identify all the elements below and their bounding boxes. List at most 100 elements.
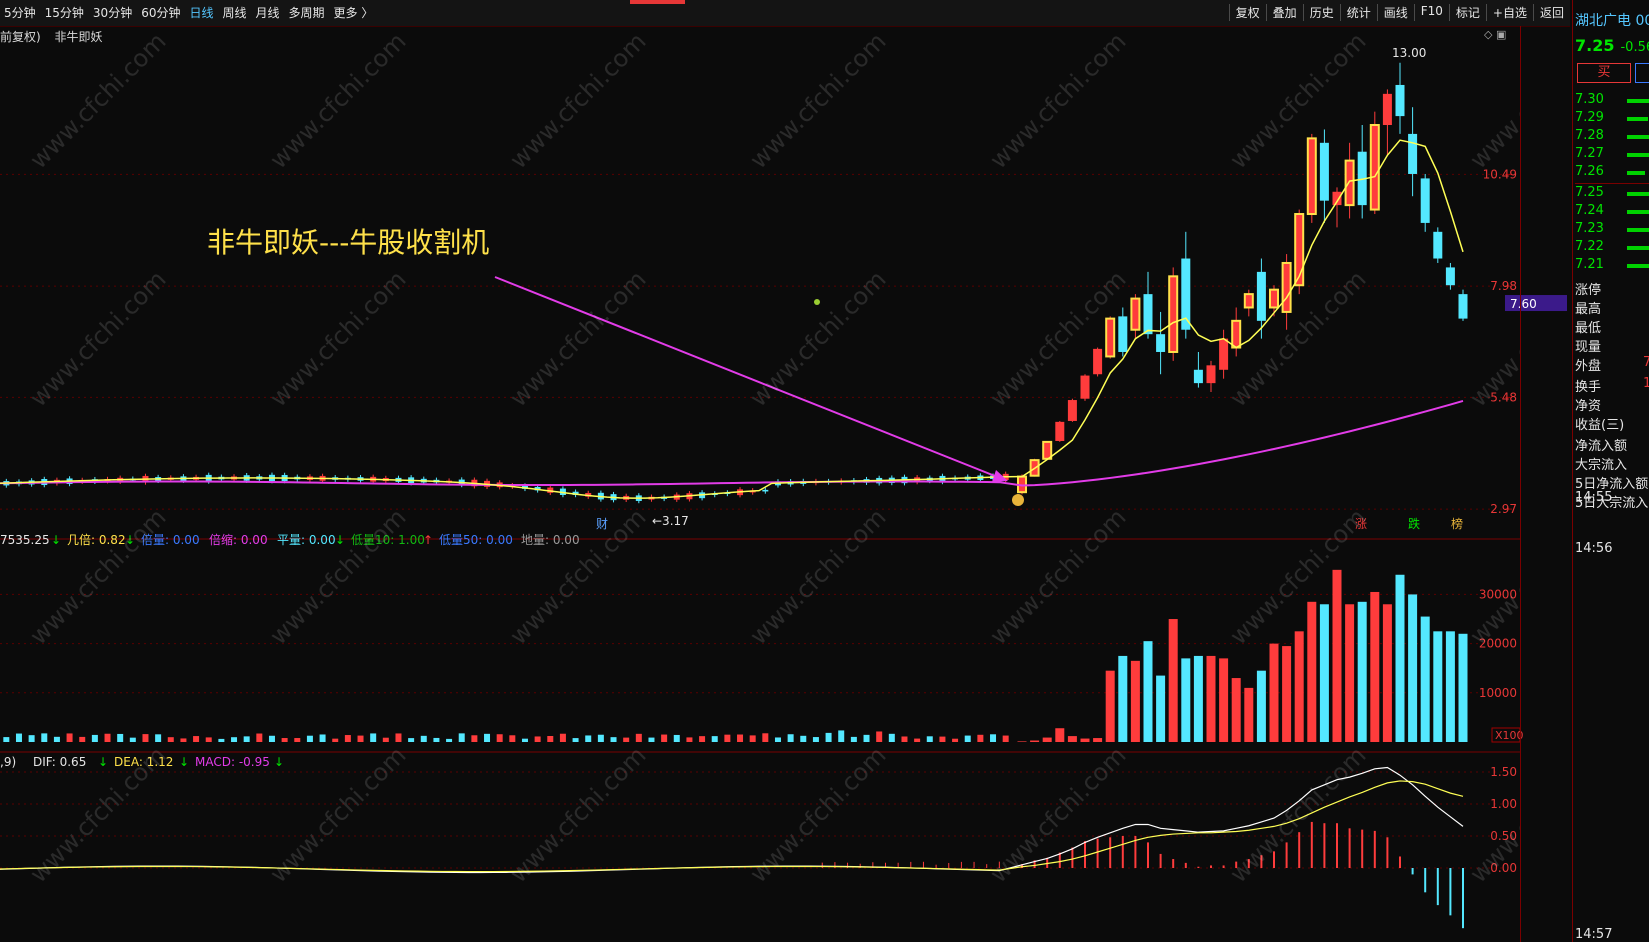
volume-bar [205,737,212,742]
volume-bar [977,734,984,742]
bid-level[interactable]: 7.21 [1575,257,1649,275]
buy-button[interactable]: 买 [1577,63,1631,83]
ask-level[interactable]: 7.26 [1575,164,1649,182]
event-marker: 涨 [1355,516,1367,531]
quote-panel: 湖北广电 00 7.25 -0.56 买 7.30 7.29 7.28 7.27 7.26… [1572,0,1649,942]
volume-bar [1105,670,1115,742]
order-book: 7.30 7.29 7.28 7.27 7.26 7.25 7.24 7.23 7.22 7.21 [1575,92,1649,275]
volume-bar [1080,738,1090,742]
volume-bar [1433,631,1443,742]
volume-bar [1181,658,1191,742]
candle-body [1156,334,1166,352]
macd-tick-label: 0.50 [1490,829,1517,843]
bid-volume-bar [1627,210,1649,214]
volume-bar [180,738,187,742]
volume-bar [1445,631,1455,742]
volume-bar [1307,601,1317,742]
price-tick-label: 5.48 [1490,390,1517,404]
candle-body [1143,294,1153,335]
bid-price: 7.22 [1575,239,1604,254]
volume-bar [711,736,718,742]
volume-bar [395,733,402,742]
volume-bar [1168,619,1178,742]
volume-indicator: 倍缩: 0.00 [209,532,268,547]
sell-button[interactable] [1635,63,1649,83]
bid-price: 7.24 [1575,203,1604,218]
quote-field: 最低 [1575,317,1648,336]
volume-bar [1244,687,1254,742]
volume-bar [357,735,364,742]
volume-bar [1030,740,1040,742]
ask-level[interactable]: 7.30 [1575,92,1649,110]
volume-bar [1256,670,1266,742]
quote-field-label: 换手 [1575,380,1602,395]
annotation-arrow [494,276,1001,479]
candle-body [1369,124,1380,211]
volume-bar [901,736,908,742]
bid-level[interactable]: 7.22 [1575,239,1649,257]
volume-bar [1156,675,1166,742]
trend-arrow: ↓ [51,533,61,547]
volume-bar [1357,601,1367,742]
volume-bar [370,733,377,742]
current-price-label: 7.60 [1510,297,1537,311]
money-bag-icon [1012,494,1024,506]
bid-level[interactable]: 7.24 [1575,203,1649,221]
volume-bar [1002,735,1009,742]
volume-bar [939,736,946,742]
volume-bar [952,738,959,742]
candle-body [1433,231,1443,259]
quote-field: 净流入额 [1575,435,1648,454]
volume-bar [496,734,503,742]
volume-indicator: 地量: 0.00 [521,533,580,547]
last-price: 7.25 -0.56 [1575,36,1649,55]
volume-bar [41,733,48,742]
candle-body [1231,319,1242,349]
volume-bar [256,733,263,742]
bid-level[interactable]: 7.25 [1575,185,1649,203]
book-divider [1575,183,1649,184]
event-marker: 跌 [1408,516,1420,531]
volume-bar [155,734,162,742]
quote-field: 收益(三) [1575,414,1648,433]
candle-body [1042,440,1053,460]
volume-bar [1294,631,1304,742]
candle-body [1458,294,1468,319]
tick-time: 14:55 [1575,490,1613,505]
ask-level[interactable]: 7.27 [1575,146,1649,164]
volume-bar [749,735,756,742]
candle-body [1420,178,1430,223]
quote-field-label: 现量 [1575,340,1602,355]
volume-bar [597,734,604,742]
ask-volume-bar [1627,171,1645,175]
stock-chart[interactable]: 10.49 7.98 5.48 2.97 7.60 13.00 ←3.17 财 涨 跌 榜 非牛即妖-… [0,0,1570,942]
volume-bar [863,734,870,742]
volume-bar [117,733,124,742]
volume-bar [104,733,111,742]
volume-bar [1370,591,1380,742]
ask-level[interactable]: 7.28 [1575,128,1649,146]
tick-time: 14:56 [1575,541,1613,556]
macd-indicator: ,9) [0,755,16,769]
volume-bar [737,734,744,742]
ask-price: 7.26 [1575,164,1604,179]
bid-level[interactable]: 7.23 [1575,221,1649,239]
bid-price: 7.25 [1575,185,1604,200]
volume-bar [787,734,794,742]
ask-price: 7.27 [1575,146,1604,161]
volume-bar [1042,737,1052,742]
candle-body [1281,261,1292,313]
candle-body [1445,267,1455,286]
quote-field: 现量 [1575,336,1648,355]
volume-indicator: 低量10: 1.00 [351,533,425,547]
volume-bar [1231,678,1241,742]
bid-volume-bar [1627,246,1649,250]
ask-level[interactable]: 7.29 [1575,110,1649,128]
quote-field-label: 外盘 [1575,359,1602,374]
quote-field: 换手 1 [1575,376,1649,395]
volume-tick-label: 10000 [1479,686,1517,700]
ask-volume-bar [1627,99,1649,103]
volume-bar [724,734,731,742]
candle-body [1206,365,1216,384]
stock-name[interactable]: 湖北广电 00 [1575,10,1649,30]
